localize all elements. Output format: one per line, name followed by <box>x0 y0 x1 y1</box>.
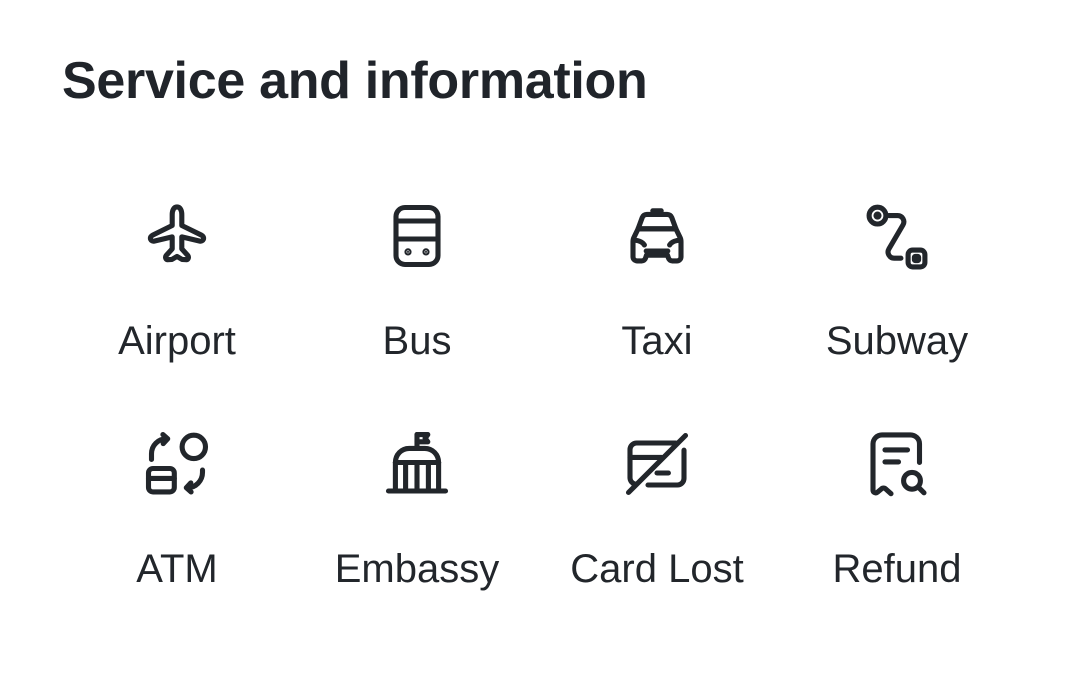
bus-icon <box>377 196 457 276</box>
service-label: Card Lost <box>570 547 744 591</box>
service-label: ATM <box>136 547 218 591</box>
service-label: Embassy <box>334 547 500 591</box>
service-label: Airport <box>118 319 236 363</box>
service-bus[interactable]: Bus <box>297 196 537 396</box>
service-card-lost[interactable]: Card Lost <box>537 424 777 624</box>
card-off-icon <box>617 424 697 504</box>
service-subway[interactable]: Subway <box>777 196 1017 396</box>
service-atm[interactable]: ATM <box>57 424 297 624</box>
atm-exchange-icon <box>137 424 217 504</box>
receipt-search-icon <box>857 424 937 504</box>
service-label: Bus <box>382 319 452 363</box>
service-airport[interactable]: Airport <box>57 196 297 396</box>
services-grid: Airport Bus Taxi Subway ATM Embassy Card… <box>57 196 1017 624</box>
service-embassy[interactable]: Embassy <box>297 424 537 624</box>
page-title: Service and information <box>62 52 648 110</box>
airplane-icon <box>137 196 217 276</box>
service-refund[interactable]: Refund <box>777 424 1017 624</box>
route-icon <box>857 196 937 276</box>
service-label: Refund <box>832 547 962 591</box>
service-taxi[interactable]: Taxi <box>537 196 777 396</box>
service-label: Subway <box>825 319 969 363</box>
taxi-icon <box>617 196 697 276</box>
embassy-building-icon <box>377 424 457 504</box>
service-label: Taxi <box>621 319 693 363</box>
